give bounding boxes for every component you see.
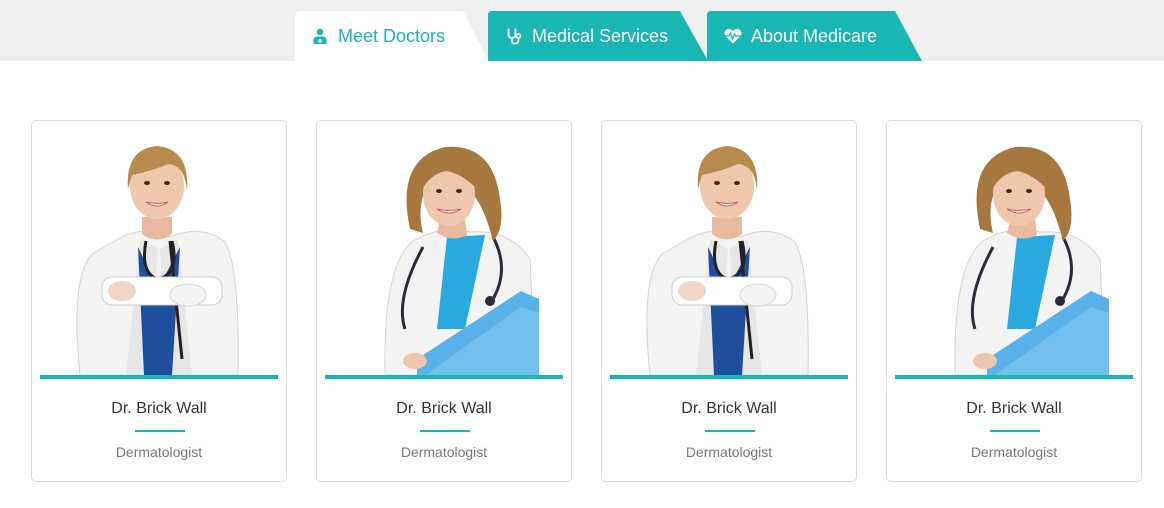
doctor-name: Dr. Brick Wall (111, 400, 207, 417)
doctor-arms-crossed-photo (610, 129, 848, 375)
tab-bar: Meet Doctors Medical Services About Medi… (0, 0, 1164, 61)
doctor-photo (325, 129, 563, 375)
tab-label: About Medicare (751, 25, 878, 46)
doctor-card[interactable]: Dr. Brick Wall Dermatologist (601, 120, 857, 482)
doctor-specialty: Dermatologist (115, 444, 203, 460)
heartbeat-icon (724, 27, 742, 45)
card-accent-bar (610, 375, 848, 379)
doctor-specialty: Dermatologist (400, 444, 488, 460)
doctor-photo (895, 129, 1133, 375)
tab-about-medicare[interactable]: About Medicare (707, 11, 922, 61)
doctor-photo (40, 129, 278, 375)
doctor-with-folder-photo (895, 129, 1133, 375)
stethoscope-icon (505, 27, 523, 45)
doctor-card[interactable]: Dr. Brick Wall Dermatologist (31, 120, 287, 482)
tab-label: Meet Doctors (338, 25, 446, 46)
doctor-name: Dr. Brick Wall (681, 400, 777, 417)
doctor-with-folder-photo (325, 129, 563, 375)
card-accent-bar (895, 375, 1133, 379)
doctor-specialty: Dermatologist (970, 444, 1058, 460)
doctor-name: Dr. Brick Wall (966, 400, 1062, 417)
tab-meet-doctors[interactable]: Meet Doctors (295, 11, 489, 61)
doctor-specialty: Dermatologist (685, 444, 773, 460)
card-divider (990, 430, 1040, 432)
doctor-card[interactable]: Dr. Brick Wall Dermatologist (886, 120, 1142, 482)
card-accent-bar (40, 375, 278, 379)
card-divider (705, 430, 755, 432)
doctor-photo (610, 129, 848, 375)
card-divider (135, 430, 185, 432)
tab-medical-services[interactable]: Medical Services (488, 11, 708, 61)
doctor-name: Dr. Brick Wall (396, 400, 492, 417)
user-md-icon (311, 27, 329, 45)
card-divider (420, 430, 470, 432)
card-accent-bar (325, 375, 563, 379)
doctor-card[interactable]: Dr. Brick Wall Dermatologist (316, 120, 572, 482)
tab-label: Medical Services (532, 25, 669, 46)
doctor-arms-crossed-photo (40, 129, 278, 375)
